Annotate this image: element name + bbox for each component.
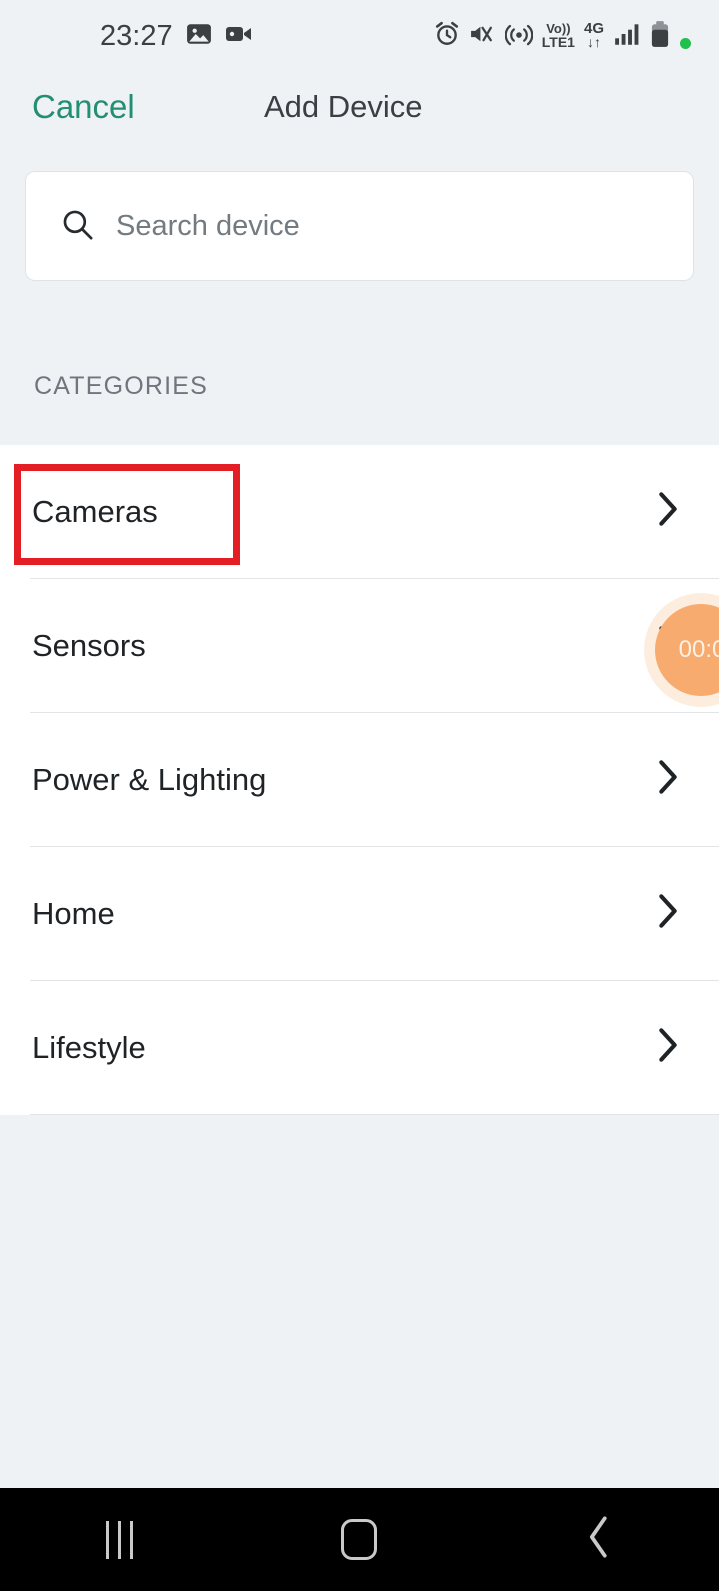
hotspot-icon [504,21,534,52]
battery-icon [650,20,670,53]
cancel-button[interactable]: Cancel [32,88,135,126]
home-button[interactable] [289,1488,429,1591]
mute-vibrate-icon [469,21,496,52]
image-icon [186,21,212,52]
back-icon [584,1514,614,1565]
home-icon [341,1519,378,1560]
data-arrows-label: ↓↑ [586,34,601,51]
video-camera-icon [225,21,253,52]
list-item-cameras[interactable]: Cameras [0,445,719,578]
chevron-right-icon [655,489,681,534]
volte-icon: Vo)) LTE1 [541,22,575,50]
recents-button[interactable] [50,1488,190,1591]
chevron-right-icon [655,757,681,802]
alarm-icon [434,21,460,52]
list-divider [30,1114,719,1115]
page-title: Add Device [264,89,423,124]
recording-timer-label: 00:0 [678,636,719,663]
phone-screen: 23:27 Vo)) LTE1 4G ↓↑ Cancel Add Device … [0,0,719,1591]
status-bar-right: Vo)) LTE1 4G ↓↑ [434,20,691,53]
list-item-lifestyle[interactable]: Lifestyle [0,981,719,1114]
recents-icon [106,1520,134,1559]
list-item-home[interactable]: Home [0,847,719,980]
list-item-power-and-lighting[interactable]: Power & Lighting [0,713,719,846]
list-item-label: Lifestyle [32,1029,146,1065]
section-header-categories: CATEGORIES [34,372,209,400]
list-item-label: Power & Lighting [32,761,267,797]
list-item-label: Home [32,895,115,931]
status-bar-left: 23:27 [100,20,253,53]
list-item-label: Cameras [32,493,158,529]
green-dot-indicator [680,37,691,49]
network-4g-icon: 4G ↓↑ [584,21,604,51]
status-bar: 23:27 Vo)) LTE1 4G ↓↑ [0,0,719,72]
back-button[interactable] [529,1488,669,1591]
search-bar[interactable] [25,171,694,281]
search-input[interactable] [116,209,636,243]
chevron-right-icon [655,891,681,936]
volte-line-2: LTE1 [541,33,575,50]
status-clock: 23:27 [100,19,173,52]
app-header: Cancel Add Device [0,72,719,150]
categories-list: Cameras Sensors Power & Lighting Home Li… [0,445,719,1115]
chevron-right-icon [655,1025,681,1070]
signal-bars-icon [613,21,641,52]
android-navigation-bar [0,1488,719,1591]
list-item-label: Sensors [32,627,146,663]
search-icon [60,207,94,246]
list-item-sensors[interactable]: Sensors [0,579,719,712]
